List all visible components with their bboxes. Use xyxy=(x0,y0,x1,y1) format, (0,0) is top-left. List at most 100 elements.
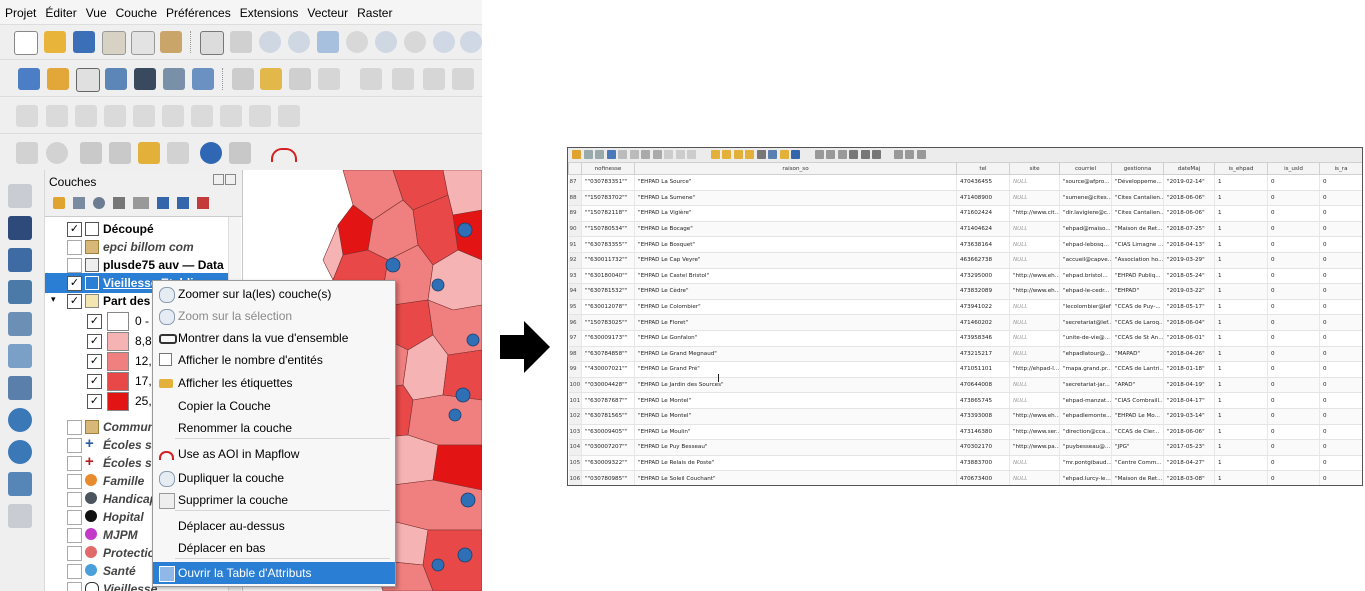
zoom-layer-icon[interactable] xyxy=(375,31,397,53)
table-cell[interactable]: ""630787687"" xyxy=(581,392,635,409)
layer-visibility-checkbox[interactable] xyxy=(67,474,82,489)
table-cell[interactable]: 0 xyxy=(1319,174,1362,191)
new-layer-icon[interactable] xyxy=(8,504,32,528)
table-cell[interactable]: 473215217 xyxy=(956,346,1010,363)
table-cell[interactable]: "ehpad-manzat... xyxy=(1059,392,1112,409)
menu-item[interactable]: Vecteur xyxy=(302,0,352,20)
row-number[interactable]: 97 xyxy=(568,330,582,347)
table-cell[interactable]: "EHPAD La Source" xyxy=(634,174,957,191)
table-cell[interactable]: 0 xyxy=(1267,268,1320,285)
menu-item[interactable]: Projet xyxy=(0,0,40,20)
attribute-table-tool-icon[interactable] xyxy=(849,150,858,159)
table-cell[interactable]: "EHPAD Le Montel" xyxy=(634,408,957,425)
layer-visibility-checkbox[interactable]: ✓ xyxy=(87,374,102,389)
remove-layer-icon[interactable] xyxy=(197,197,209,209)
table-cell[interactable]: 1 xyxy=(1214,455,1268,472)
table-cell[interactable]: 0 xyxy=(1267,330,1320,347)
table-cell[interactable]: "EHPAD Le Bocage" xyxy=(634,221,957,238)
table-cell[interactable]: NULL xyxy=(1009,252,1060,269)
table-cell[interactable]: 0 xyxy=(1267,377,1320,394)
column-header[interactable]: tel xyxy=(956,162,1010,175)
table-cell[interactable]: 0 xyxy=(1319,314,1362,331)
zoom-next-icon[interactable] xyxy=(460,31,482,53)
table-cell[interactable]: ""630180040"" xyxy=(581,268,635,285)
table-cell[interactable]: 1 xyxy=(1214,283,1268,300)
table-cell[interactable]: NULL xyxy=(1009,314,1060,331)
table-cell[interactable]: "puybesseau@... xyxy=(1059,439,1112,456)
attribute-table-tool-icon[interactable] xyxy=(618,150,627,159)
vertex-tool-icon[interactable] xyxy=(360,68,382,90)
column-header[interactable]: dateMaj xyxy=(1163,162,1215,175)
style-manager-icon[interactable] xyxy=(160,31,182,53)
table-cell[interactable]: "CCAS de Cler... xyxy=(1111,424,1164,441)
menu-item[interactable]: Éditer xyxy=(40,0,80,20)
table-cell[interactable]: 1 xyxy=(1214,470,1268,485)
table-cell[interactable]: 0 xyxy=(1319,221,1362,238)
table-cell[interactable]: 463662738 xyxy=(956,252,1010,269)
context-menu-item[interactable]: Dupliquer la couche xyxy=(153,467,395,489)
table-cell[interactable]: 473393008 xyxy=(956,408,1010,425)
table-cell[interactable]: 0 xyxy=(1267,455,1320,472)
table-cell[interactable]: 0 xyxy=(1267,236,1320,253)
context-menu-item[interactable]: Supprimer la couche xyxy=(153,489,395,511)
cut-feature-icon[interactable] xyxy=(452,68,474,90)
table-cell[interactable]: "2018-03-08" xyxy=(1163,470,1215,485)
table-cell[interactable]: "accueil@capve... xyxy=(1059,252,1112,269)
expand-chevron-icon[interactable]: ▾ xyxy=(51,294,56,305)
table-cell[interactable]: "EHPAD Le Floret" xyxy=(634,314,957,331)
column-header[interactable]: gestionna xyxy=(1111,162,1164,175)
table-cell[interactable]: NULL xyxy=(1009,174,1060,191)
table-cell[interactable]: ""630784858"" xyxy=(581,346,635,363)
table-cell[interactable]: "EHPAD La Vigière" xyxy=(634,205,957,222)
zoom-selection-icon[interactable] xyxy=(346,31,368,53)
table-cell[interactable]: "APAD" xyxy=(1111,377,1164,394)
table-cell[interactable]: "2018-04-26" xyxy=(1163,346,1215,363)
table-cell[interactable]: 0 xyxy=(1267,392,1320,409)
attribute-table-tool-icon[interactable] xyxy=(860,150,870,159)
table-cell[interactable]: 0 xyxy=(1319,377,1362,394)
context-menu-item[interactable]: Copier la Couche xyxy=(153,395,395,417)
add-wcs-globe-icon[interactable] xyxy=(8,440,32,464)
table-cell[interactable]: "CIAS Limagne ... xyxy=(1111,236,1164,253)
table-cell[interactable]: "ehpad@maiso... xyxy=(1059,221,1112,238)
table-cell[interactable]: "EHPAD Publiq... xyxy=(1111,268,1164,285)
table-cell[interactable]: 1 xyxy=(1214,205,1268,222)
zoom-out-icon[interactable] xyxy=(288,31,310,53)
layer-visibility-checkbox[interactable] xyxy=(67,492,82,507)
menu-item[interactable]: Couche xyxy=(111,0,161,20)
table-cell[interactable]: NULL xyxy=(1009,346,1060,363)
table-row[interactable]: 96 ""150783025"" "EHPAD Le Floret" 47146020… xyxy=(568,314,1362,331)
layer-visibility-checkbox[interactable] xyxy=(67,456,82,471)
row-number[interactable]: 95 xyxy=(568,299,582,316)
table-cell[interactable]: 1 xyxy=(1214,174,1268,191)
table-cell[interactable]: "EHPAD Le Mo... xyxy=(1111,408,1164,425)
menu-item[interactable]: Extensions xyxy=(235,0,303,20)
table-cell[interactable]: 1 xyxy=(1214,252,1268,269)
add-group-icon[interactable] xyxy=(73,197,85,209)
table-cell[interactable]: NULL xyxy=(1009,330,1060,347)
table-cell[interactable]: 0 xyxy=(1267,424,1320,441)
row-number[interactable]: 101 xyxy=(568,392,582,409)
table-cell[interactable]: ""630011732"" xyxy=(581,252,635,269)
digitize-tool-icon[interactable] xyxy=(162,105,184,127)
table-cell[interactable]: ""030007207"" xyxy=(581,439,635,456)
column-header[interactable]: is_ra xyxy=(1319,162,1362,175)
table-cell[interactable]: 473941022 xyxy=(956,299,1010,316)
plugin-icon[interactable] xyxy=(109,142,131,164)
table-cell[interactable]: "http://www.eh... xyxy=(1009,268,1060,285)
table-cell[interactable]: 470436455 xyxy=(956,174,1010,191)
table-cell[interactable]: 471602424 xyxy=(956,205,1010,222)
table-cell[interactable]: "2019-03-29" xyxy=(1163,252,1215,269)
table-cell[interactable]: "EHPAD Le Grand Pré" xyxy=(634,361,957,378)
layer-visibility-checkbox[interactable]: ✓ xyxy=(87,334,102,349)
plugin-icon[interactable] xyxy=(80,142,102,164)
table-cell[interactable]: 0 xyxy=(1319,252,1362,269)
context-menu-item[interactable]: Zoomer sur la(les) couche(s) xyxy=(153,283,395,305)
eye-icon[interactable] xyxy=(93,197,105,209)
table-row[interactable]: 93 ""630180040"" "EHPAD Le Castel Bristol"… xyxy=(568,268,1362,285)
edit-pencil-icon[interactable] xyxy=(232,68,254,90)
add-raster-layer-icon[interactable] xyxy=(8,216,32,240)
table-cell[interactable]: "ehpadlatour@... xyxy=(1059,346,1112,363)
layer-visibility-checkbox[interactable] xyxy=(67,420,82,435)
pan-hand-icon[interactable] xyxy=(200,31,224,55)
